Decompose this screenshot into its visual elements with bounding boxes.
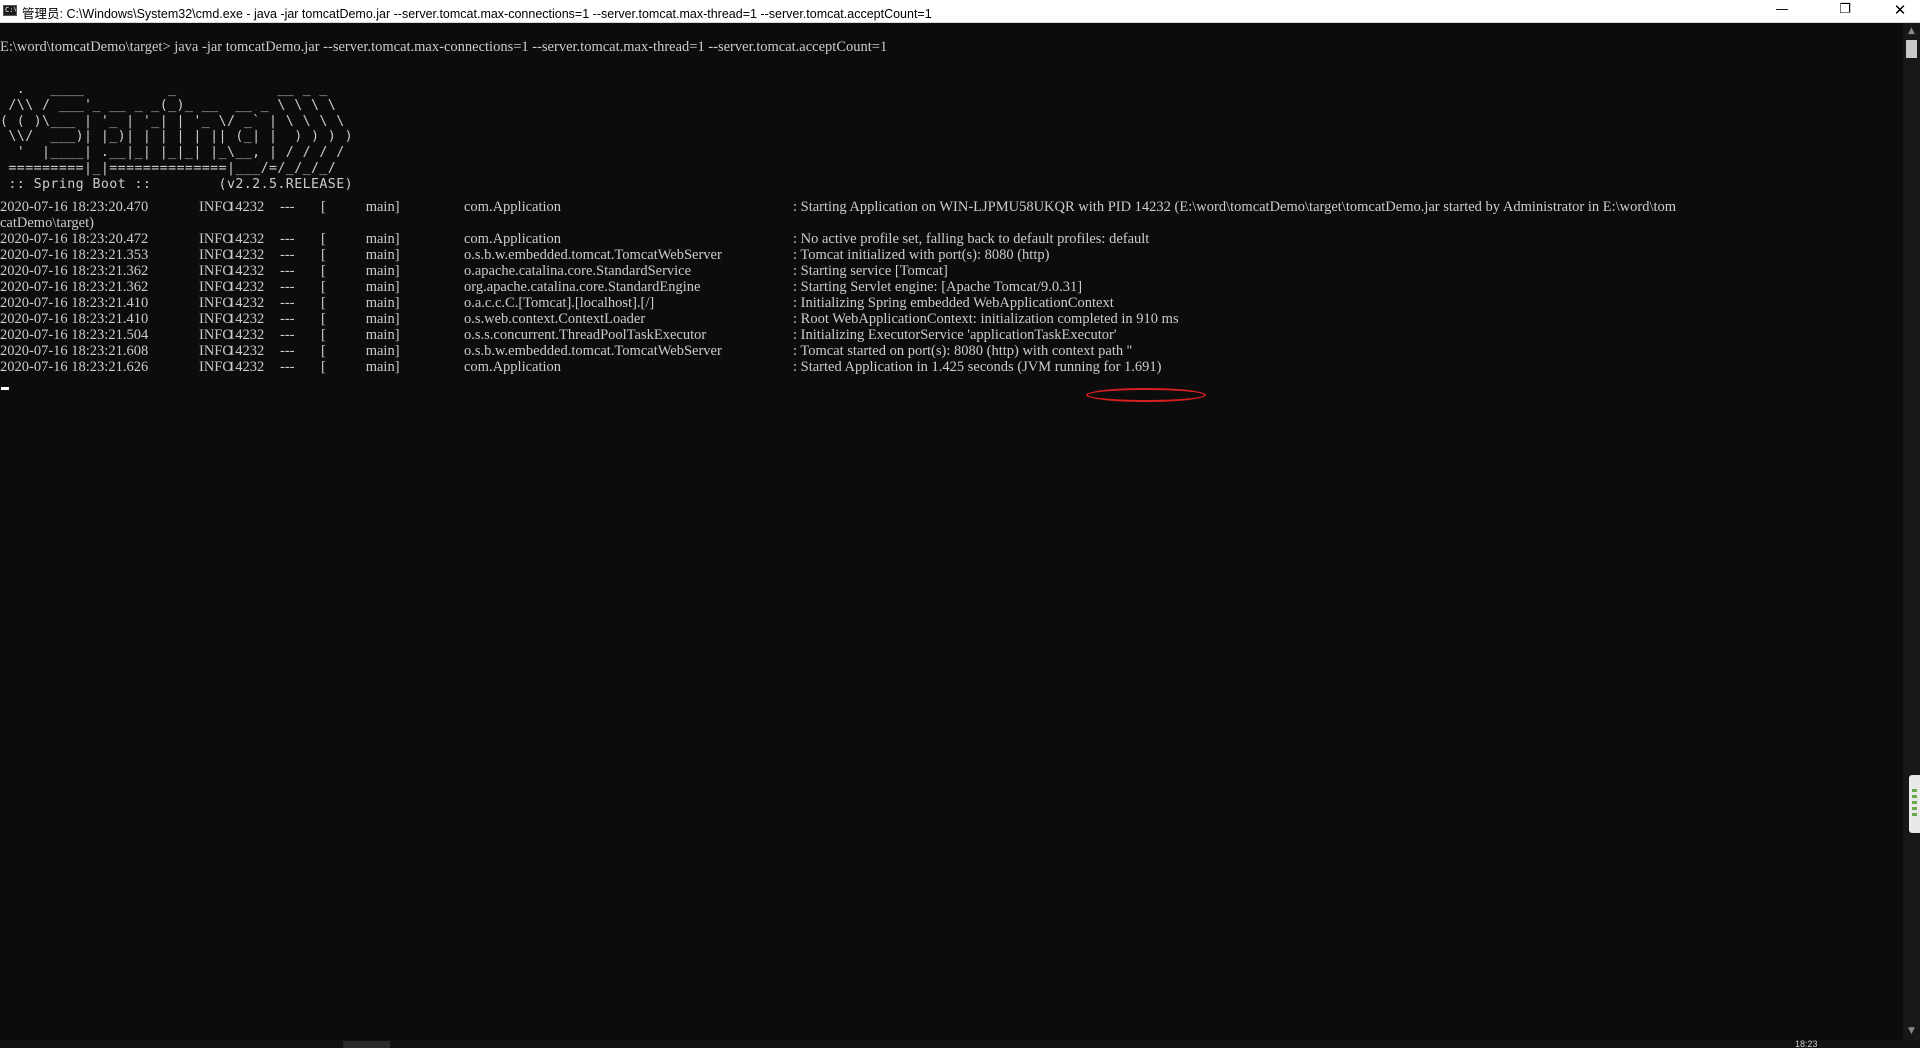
vertical-scrollbar[interactable]: ▲ ▼ <box>1903 23 1920 1040</box>
log-logger: o.s.b.w.embedded.tomcat.TomcatWebServer <box>464 343 722 359</box>
log-logger: com.Application <box>464 199 562 215</box>
log-ts: 2020-07-16 18:23:21.362 <box>0 263 149 279</box>
console-icon: C:\ <box>3 5 17 16</box>
log-pid: 14232 <box>228 231 265 247</box>
log-message: : No active profile set, falling back to… <box>793 231 1150 247</box>
log-thread: [ main] <box>321 327 400 343</box>
spring-banner: . ____ _ __ _ _ /\\ / ___'_ __ _ _(_)_ _… <box>0 82 354 192</box>
log-pid: 14232 <box>228 263 265 279</box>
log-logger: com.Application <box>464 231 562 247</box>
minimize-button[interactable]: — <box>1759 0 1805 22</box>
log-thread: [ main] <box>321 279 400 295</box>
log-message: : Starting Servlet engine: [Apache Tomca… <box>793 279 1083 295</box>
log-sep: --- <box>280 199 295 215</box>
log-ts: 2020-07-16 18:23:21.504 <box>0 327 149 343</box>
log-logger: com.Application <box>464 359 562 375</box>
log-ts: 2020-07-16 18:23:21.362 <box>0 279 149 295</box>
taskbar-clock: 18:23 <box>1795 1040 1818 1048</box>
log-sep: --- <box>280 359 295 375</box>
log-pid: 14232 <box>228 327 265 343</box>
log-ts: 2020-07-16 18:23:21.626 <box>0 359 149 375</box>
log-message: : Tomcat started on port(s): 8080 (http)… <box>793 343 1132 359</box>
log-logger: o.s.web.context.ContextLoader <box>464 311 646 327</box>
log-ts: 2020-07-16 18:23:20.470 <box>0 199 149 215</box>
log-sep: --- <box>280 327 295 343</box>
log-thread: [ main] <box>321 359 400 375</box>
log-thread: [ main] <box>321 199 400 215</box>
log-ts: 2020-07-16 18:23:21.608 <box>0 343 149 359</box>
scroll-thumb[interactable] <box>1906 40 1917 58</box>
log-line-continuation: catDemo\target) <box>0 215 94 231</box>
close-button[interactable]: ✕ <box>1877 0 1920 22</box>
cmd-window: C:\ 管理员: C:\Windows\System32\cmd.exe - j… <box>0 0 1920 1048</box>
log-ts: 2020-07-16 18:23:21.410 <box>0 311 149 327</box>
log-sep: --- <box>280 263 295 279</box>
scroll-up-arrow-icon[interactable]: ▲ <box>1903 23 1920 40</box>
log-thread: [ main] <box>321 231 400 247</box>
text-cursor <box>1 387 9 390</box>
log-logger: o.apache.catalina.core.StandardService <box>464 263 692 279</box>
log-sep: --- <box>280 295 295 311</box>
log-thread: [ main] <box>321 247 400 263</box>
log-ts: 2020-07-16 18:23:21.353 <box>0 247 149 263</box>
log-sep: --- <box>280 231 295 247</box>
log-pid: 14232 <box>228 343 265 359</box>
log-sep: --- <box>280 279 295 295</box>
log-message: : Root WebApplicationContext: initializa… <box>793 311 1179 327</box>
log-sep: --- <box>280 343 295 359</box>
command-line: E:\word\tomcatDemo\target> java -jar tom… <box>0 39 888 55</box>
log-thread: [ main] <box>321 343 400 359</box>
log-logger: o.a.c.c.C.[Tomcat].[localhost].[/] <box>464 295 655 311</box>
log-pid: 14232 <box>228 279 265 295</box>
log-thread: [ main] <box>321 295 400 311</box>
restore-button[interactable]: ❐ <box>1822 0 1868 22</box>
log-logger: o.s.b.w.embedded.tomcat.TomcatWebServer <box>464 247 722 263</box>
log-sep: --- <box>280 311 295 327</box>
log-sep: --- <box>280 247 295 263</box>
side-tool-handle[interactable] <box>1909 775 1920 833</box>
log-message: : Initializing Spring embedded WebApplic… <box>793 295 1114 311</box>
log-message: : Starting service [Tomcat] <box>793 263 948 279</box>
scroll-down-arrow-icon[interactable]: ▼ <box>1903 1023 1920 1040</box>
log-message: : Started Application in 1.425 seconds (… <box>793 359 1162 375</box>
log-thread: [ main] <box>321 311 400 327</box>
log-message: : Initializing ExecutorService 'applicat… <box>793 327 1117 343</box>
horizontal-scroll-thumb[interactable] <box>343 1041 390 1048</box>
window-title: 管理员: C:\Windows\System32\cmd.exe - java … <box>22 7 932 21</box>
horizontal-scrollbar[interactable] <box>0 1040 1920 1048</box>
log-ts: 2020-07-16 18:23:21.410 <box>0 295 149 311</box>
log-pid: 14232 <box>228 247 265 263</box>
title-bar[interactable]: C:\ 管理员: C:\Windows\System32\cmd.exe - j… <box>0 0 1920 23</box>
red-annotation-ellipse <box>1086 388 1206 402</box>
log-logger: org.apache.catalina.core.StandardEngine <box>464 279 701 295</box>
log-logger: o.s.s.concurrent.ThreadPoolTaskExecutor <box>464 327 707 343</box>
log-pid: 14232 <box>228 311 265 327</box>
log-pid: 14232 <box>228 295 265 311</box>
log-ts: 2020-07-16 18:23:20.472 <box>0 231 149 247</box>
console-output[interactable]: E:\word\tomcatDemo\target> java -jar tom… <box>0 23 1903 1040</box>
log-message: : Starting Application on WIN-LJPMU58UKQ… <box>793 199 1677 215</box>
log-pid: 14232 <box>228 359 265 375</box>
log-message: : Tomcat initialized with port(s): 8080 … <box>793 247 1050 263</box>
log-thread: [ main] <box>321 263 400 279</box>
log-pid: 14232 <box>228 199 265 215</box>
